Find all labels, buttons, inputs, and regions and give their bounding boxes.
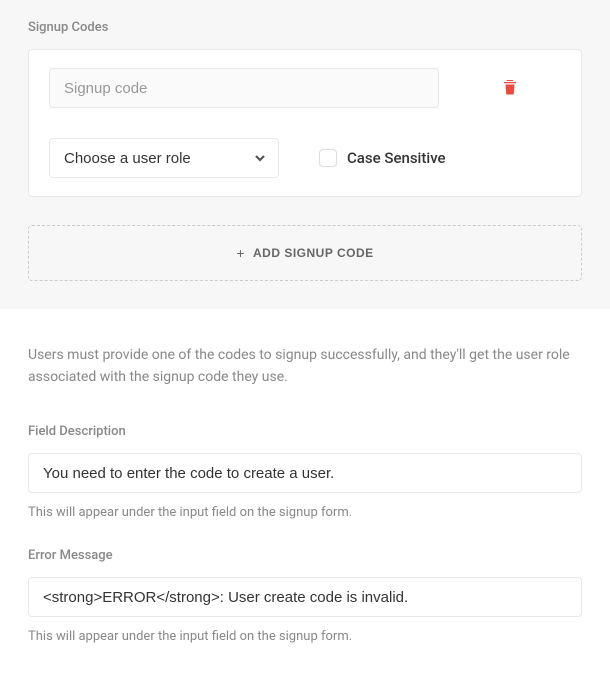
signup-code-card: Choose a user role Case Sensitive [28,49,582,197]
role-row: Choose a user role Case Sensitive [49,138,561,178]
case-sensitive-wrap[interactable]: Case Sensitive [319,149,446,167]
field-description-input[interactable] [28,453,582,493]
case-sensitive-checkbox[interactable] [319,149,337,167]
settings-section: Users must provide one of the codes to s… [0,309,610,692]
field-description-helper: This will appear under the input field o… [28,505,582,520]
trash-icon [503,79,517,95]
error-message-input[interactable] [28,577,582,617]
role-select-wrap: Choose a user role [49,138,279,178]
error-message-group: Error Message This will appear under the… [28,548,582,644]
delete-code-button[interactable] [499,75,521,102]
add-button-label: ADD SIGNUP CODE [253,246,374,260]
info-text: Users must provide one of the codes to s… [28,345,582,388]
field-description-group: Field Description This will appear under… [28,424,582,520]
trash-wrap [459,75,561,102]
field-description-label: Field Description [28,424,582,439]
plus-icon: + [236,245,245,261]
signup-codes-section: Signup Codes Choose a user role [0,0,610,309]
error-message-helper: This will appear under the input field o… [28,629,582,644]
user-role-select[interactable]: Choose a user role [49,138,279,178]
signup-code-input[interactable] [49,68,439,108]
case-sensitive-label: Case Sensitive [347,149,446,167]
section-title: Signup Codes [28,20,582,35]
error-message-label: Error Message [28,548,582,563]
code-row [49,68,561,108]
add-signup-code-button[interactable]: + ADD SIGNUP CODE [28,225,582,281]
